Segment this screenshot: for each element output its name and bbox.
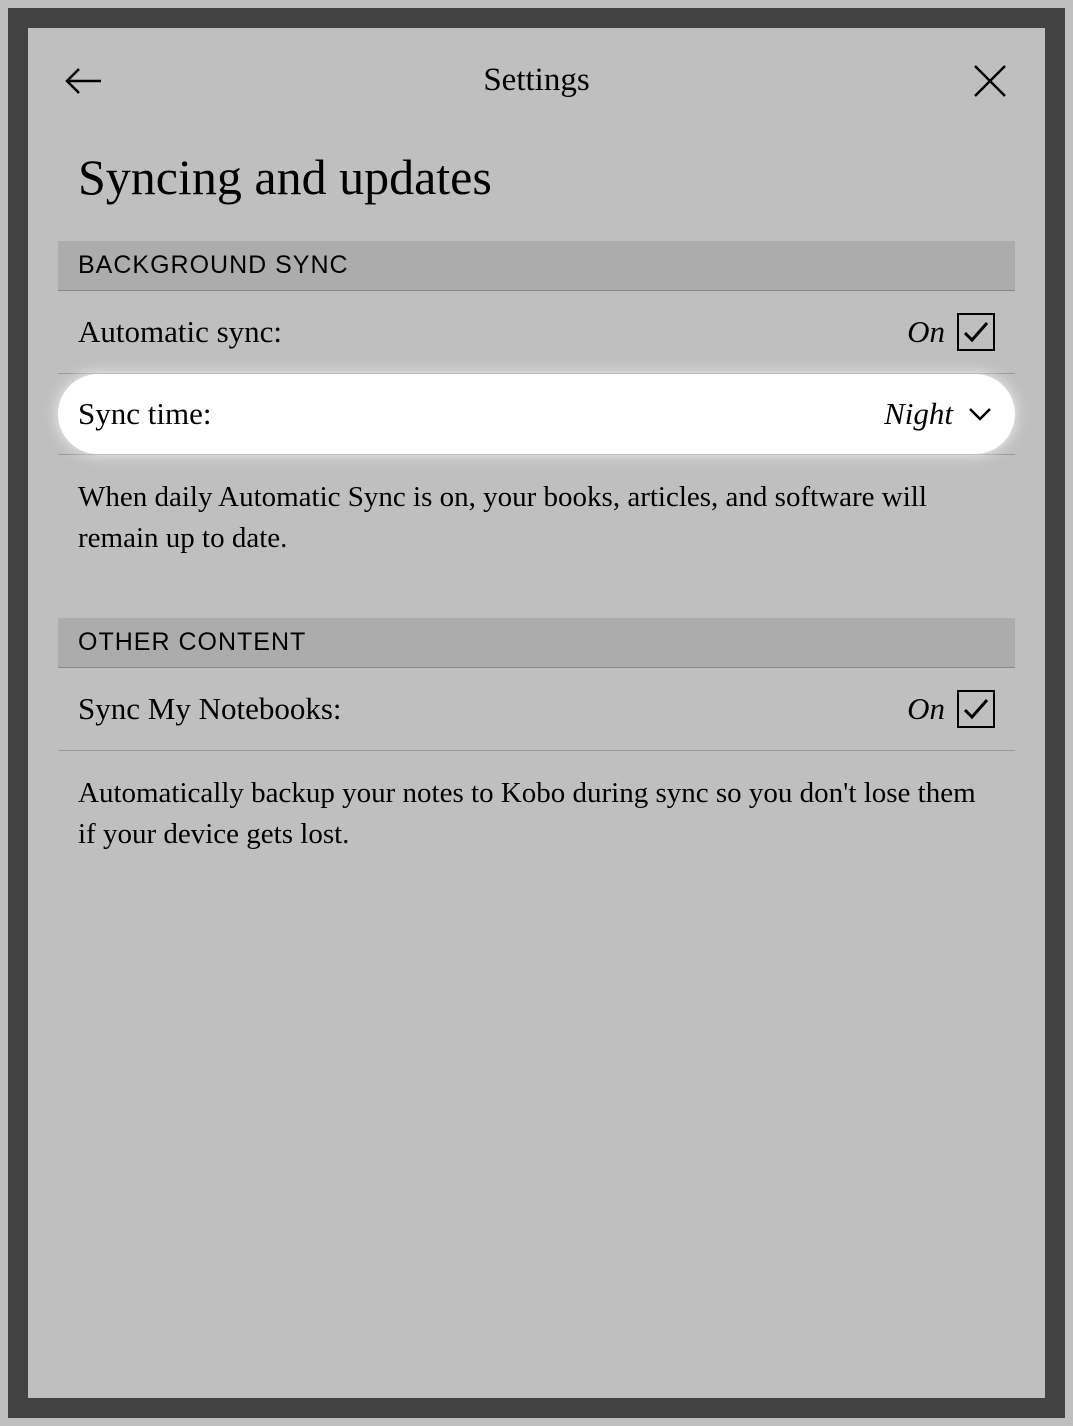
- sync-time-wrapper: Sync time: Night: [58, 374, 1015, 455]
- sync-time-label: Sync time:: [78, 396, 211, 432]
- header-title: Settings: [483, 62, 589, 99]
- automatic-sync-checkbox[interactable]: [957, 313, 995, 351]
- sync-notebooks-label: Sync My Notebooks:: [78, 691, 342, 727]
- section-header-background-sync: BACKGROUND SYNC: [58, 241, 1015, 291]
- close-icon: [971, 62, 1009, 100]
- sync-time-dropdown[interactable]: [965, 399, 995, 429]
- close-button[interactable]: [965, 56, 1015, 106]
- device-frame: Settings Syncing and updates BACKGROUND …: [8, 8, 1065, 1418]
- automatic-sync-value-group: On: [907, 313, 995, 351]
- screen: Settings Syncing and updates BACKGROUND …: [28, 28, 1045, 1398]
- page-title: Syncing and updates: [28, 123, 1045, 241]
- header-bar: Settings: [28, 28, 1045, 123]
- sync-notebooks-checkbox[interactable]: [957, 690, 995, 728]
- chevron-down-icon: [968, 407, 992, 421]
- section-header-other-content: OTHER CONTENT: [58, 618, 1015, 668]
- sync-notebooks-row[interactable]: Sync My Notebooks: On: [58, 668, 1015, 751]
- background-sync-description: When daily Automatic Sync is on, your bo…: [28, 455, 1045, 588]
- automatic-sync-row[interactable]: Automatic sync: On: [58, 291, 1015, 374]
- sync-notebooks-value-group: On: [907, 690, 995, 728]
- other-content-description: Automatically backup your notes to Kobo …: [28, 751, 1045, 884]
- sync-time-row[interactable]: Sync time: Night: [58, 374, 1015, 454]
- automatic-sync-label: Automatic sync:: [78, 314, 282, 350]
- checkmark-icon: [962, 695, 990, 723]
- back-button[interactable]: [58, 56, 108, 106]
- checkmark-icon: [962, 318, 990, 346]
- sync-time-value-group: Night: [884, 396, 995, 432]
- back-arrow-icon: [63, 61, 103, 101]
- section-gap: [28, 588, 1045, 618]
- automatic-sync-value: On: [907, 314, 945, 350]
- sync-notebooks-value: On: [907, 691, 945, 727]
- sync-time-value: Night: [884, 396, 953, 432]
